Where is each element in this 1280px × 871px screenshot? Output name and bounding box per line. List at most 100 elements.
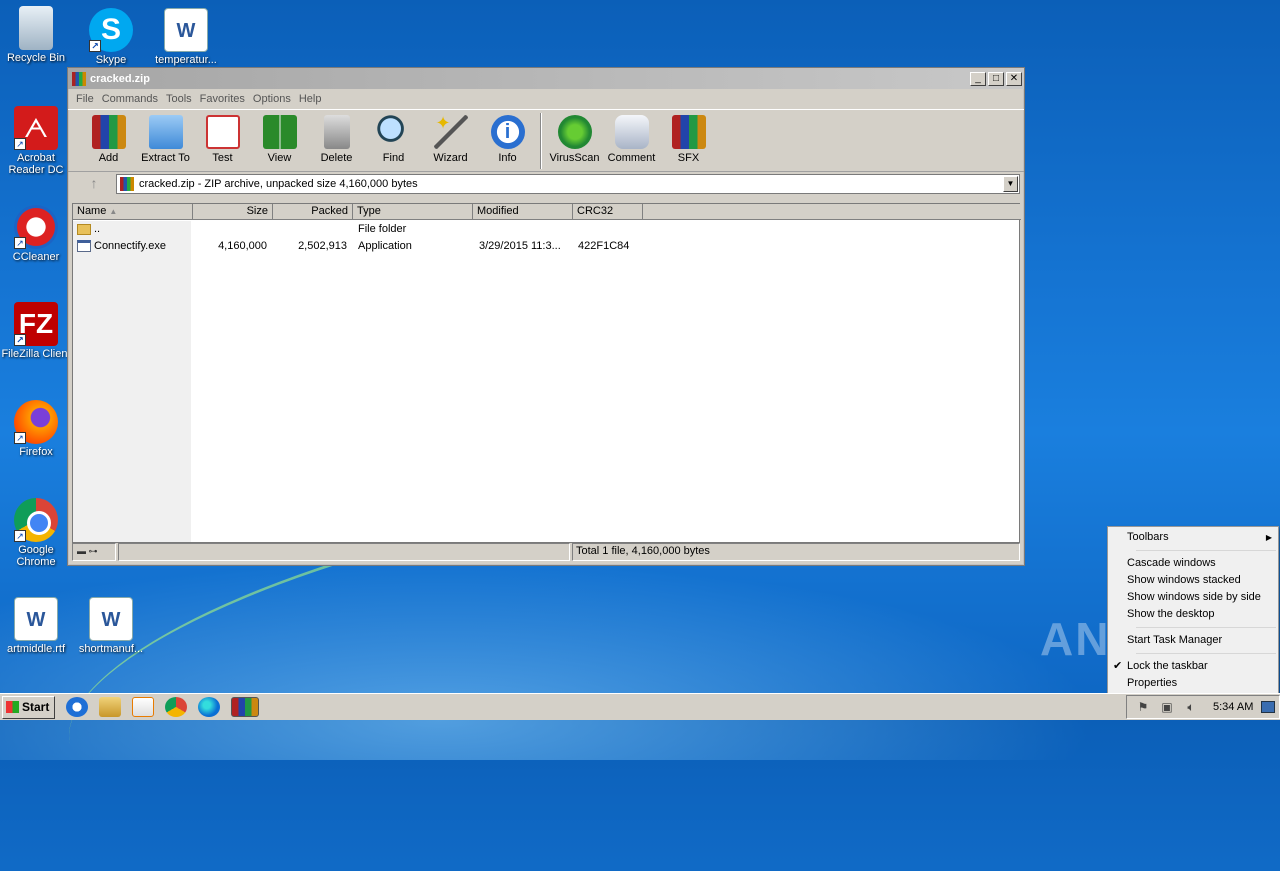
title-bar[interactable]: cracked.zip _ □ ✕ [68,68,1024,89]
network-icon[interactable]: ▣ [1159,700,1175,714]
column-header-name[interactable]: Name ▲ [73,204,193,220]
column-header-filler [643,204,1021,220]
menu-separator [1136,627,1276,628]
menu-file[interactable]: File [72,93,98,105]
row-name: Connectify.exe [77,240,166,253]
desktop-icon-recycle-bin[interactable]: Recycle Bin [0,6,72,64]
find-button[interactable]: Find [365,113,422,164]
window-title: cracked.zip [90,72,150,85]
comment-icon [614,115,649,149]
desktop-icon-temperatur[interactable]: W temperatur... [150,8,222,66]
desktop-icon-artmiddle[interactable]: W artmiddle.rtf [0,597,72,655]
info-button[interactable]: i Info [479,113,536,164]
system-tray: ⚑ ▣ 🔈︎ 5:34 AM [1126,695,1280,719]
file-list[interactable]: Name ▲ Size Packed Type Modified CRC32 .… [72,203,1021,543]
winrar-icon [72,71,86,86]
application-icon [77,240,91,253]
menu-separator [1136,653,1276,654]
desktop-icon-skype[interactable]: S ↗ Skype [75,8,147,66]
up-arrow-button[interactable]: ↑ [72,174,116,194]
address-bar: ↑ cracked.zip - ZIP archive, unpacked si… [68,171,1024,195]
show-desktop-icon[interactable] [1261,701,1275,713]
desktop-icon-label: CCleaner [12,251,60,263]
menu-commands[interactable]: Commands [98,93,162,105]
comment-label: Comment [607,152,656,164]
edge-icon[interactable] [198,697,220,717]
desktop-icon-ccleaner[interactable]: ↗ CCleaner [0,205,72,263]
menu-item-side-by-side[interactable]: Show windows side by side [1108,589,1278,606]
delete-button[interactable]: Delete [308,113,365,164]
trash-icon [323,115,350,149]
desktop-icon-shortmanuf[interactable]: W shortmanuf... [75,597,147,655]
test-button[interactable]: Test [194,113,251,164]
sfx-label: SFX [677,152,700,164]
sfx-icon [671,115,706,149]
menu-favorites[interactable]: Favorites [196,93,249,105]
desktop-icon-label: Google Chrome [16,544,56,568]
menu-item-toolbars[interactable]: Toolbars ▶ [1108,529,1278,546]
info-label: Info [498,152,517,164]
column-header-size[interactable]: Size [193,204,273,220]
word-doc-icon: W [14,597,58,641]
desktop-icon-label: FileZilla Client [1,348,71,360]
address-text: cracked.zip - ZIP archive, unpacked size… [139,177,418,190]
virusscan-button[interactable]: VirusScan [546,113,603,164]
book-icon [262,115,297,149]
start-button[interactable]: Start [2,695,55,719]
chevron-right-icon: ▶ [1265,533,1272,542]
desktop-icon-firefox[interactable]: ↗ Firefox [0,400,72,458]
menu-tools[interactable]: Tools [162,93,196,105]
menu-options[interactable]: Options [249,93,295,105]
column-header-crc32[interactable]: CRC32 [573,204,643,220]
maximize-button[interactable]: □ [988,71,1004,86]
chrome-icon[interactable] [165,697,187,717]
desktop-icon-label: artmiddle.rtf [6,643,66,655]
desktop-icon-label: temperatur... [155,54,217,66]
menu-separator [1136,550,1276,551]
flag-icon[interactable]: ⚑ [1135,700,1151,714]
file-explorer-icon[interactable] [99,697,121,717]
desktop-icon-chrome[interactable]: ↗ Google Chrome [0,498,72,568]
chevron-down-icon[interactable]: ▼ [1003,175,1018,192]
extract-to-button[interactable]: Extract To [137,113,194,164]
minimize-button[interactable]: _ [970,71,986,86]
folder-icon [148,115,183,149]
menu-item-show-stacked[interactable]: Show windows stacked [1108,572,1278,589]
wizard-button[interactable]: Wizard [422,113,479,164]
menu-item-lock-taskbar[interactable]: ✔ Lock the taskbar [1108,658,1278,675]
recycle-bin-icon [19,6,53,50]
menu-item-show-desktop[interactable]: Show the desktop [1108,606,1278,623]
menu-help[interactable]: Help [295,93,326,105]
desktop-icon-filezilla[interactable]: FZ ↗ FileZilla Client [0,302,72,360]
menu-item-cascade-windows[interactable]: Cascade windows [1108,555,1278,572]
media-player-icon[interactable] [132,697,154,717]
menu-item-properties[interactable]: Properties [1108,675,1278,692]
find-label: Find [382,152,405,164]
column-header-modified[interactable]: Modified [473,204,573,220]
add-label: Add [98,152,119,164]
comment-button[interactable]: Comment [603,113,660,164]
close-button[interactable]: ✕ [1006,71,1022,86]
add-icon [91,115,126,149]
menu-item-task-manager[interactable]: Start Task Manager [1108,632,1278,649]
address-field[interactable]: cracked.zip - ZIP archive, unpacked size… [116,173,1020,194]
winrar-taskbar-button[interactable] [231,697,259,717]
filezilla-icon: FZ ↗ [14,302,58,346]
skype-icon: S ↗ [89,8,133,52]
magnifier-icon [376,115,411,149]
zip-icon [120,176,134,191]
row-crc32: 422F1C84 [578,240,630,252]
add-button[interactable]: Add [80,113,137,164]
clock[interactable]: 5:34 AM [1213,701,1253,713]
desktop-icon-acrobat[interactable]: ᗅ ↗ Acrobat Reader DC [0,106,72,176]
ccleaner-icon: ↗ [14,205,58,249]
view-label: View [267,152,292,164]
column-header-type[interactable]: Type [353,204,473,220]
column-header-packed[interactable]: Packed [273,204,353,220]
sfx-button[interactable]: SFX [660,113,717,164]
drive-key-icon[interactable]: ▬ ⊶ [72,543,116,561]
volume-icon[interactable]: 🔈︎ [1183,700,1199,714]
internet-explorer-icon[interactable] [66,697,88,717]
view-button[interactable]: View [251,113,308,164]
row-type: File folder [358,223,407,235]
